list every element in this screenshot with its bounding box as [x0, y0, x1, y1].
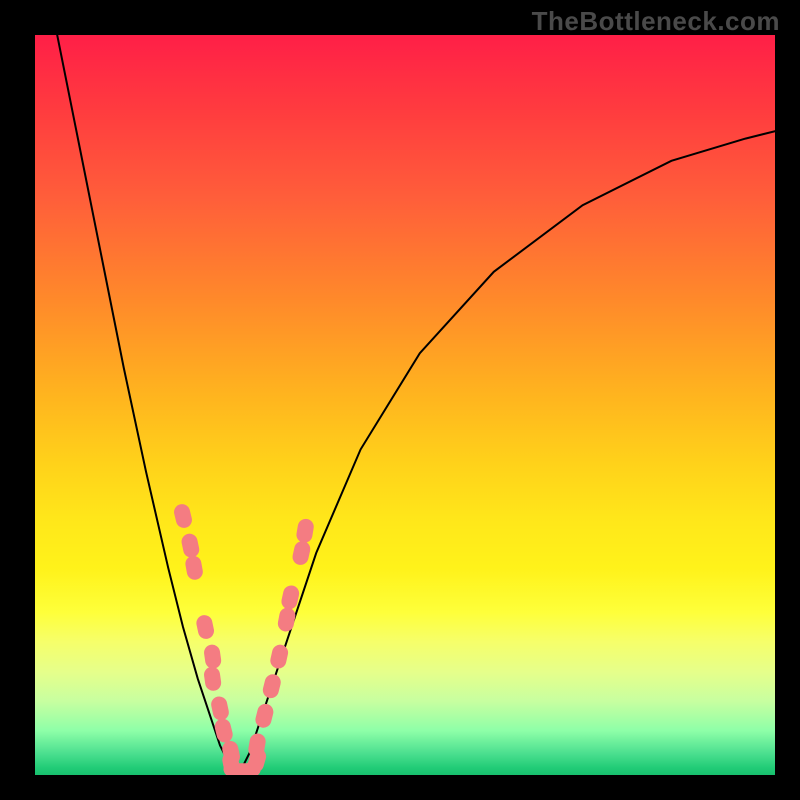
curve-right — [239, 131, 776, 775]
highlight-marker — [295, 518, 315, 544]
highlight-marker — [203, 666, 222, 692]
highlight-marker — [184, 555, 204, 581]
highlight-marker — [213, 717, 234, 744]
chart-frame: TheBottleneck.com — [0, 0, 800, 800]
highlight-marker — [261, 673, 282, 700]
highlight-marker — [203, 644, 222, 670]
marker-group — [172, 502, 315, 775]
highlight-marker — [180, 532, 201, 559]
brand-watermark: TheBottleneck.com — [532, 6, 780, 37]
highlight-marker — [172, 502, 193, 529]
highlight-marker — [291, 540, 312, 567]
highlight-marker — [269, 643, 290, 670]
highlight-marker — [254, 702, 275, 729]
highlight-marker — [277, 606, 297, 633]
highlight-marker — [210, 695, 231, 722]
highlight-marker — [195, 614, 216, 641]
curve-svg — [35, 35, 775, 775]
plot-area — [35, 35, 775, 775]
